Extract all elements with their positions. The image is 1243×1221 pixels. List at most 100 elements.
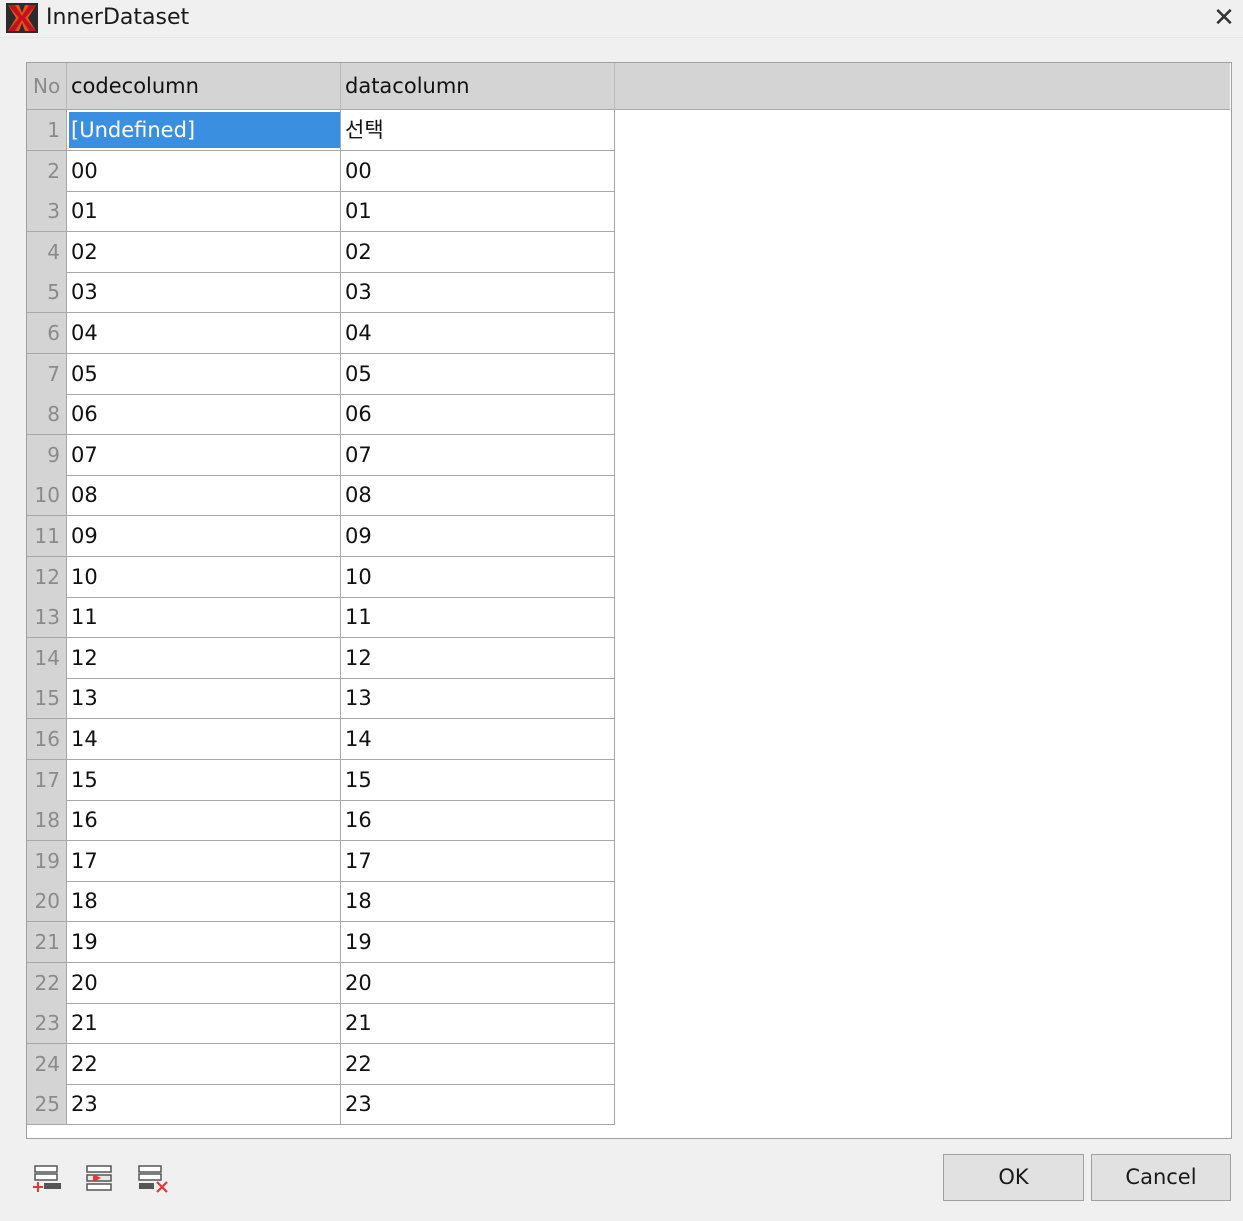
- datacolumn-cell[interactable]: 06: [341, 394, 615, 436]
- codecolumn-cell[interactable]: 17: [67, 840, 341, 882]
- table-row[interactable]: 1 [Undefined] 선택: [27, 110, 615, 151]
- datacolumn-cell[interactable]: 01: [341, 191, 615, 233]
- row-number[interactable]: 24: [27, 1043, 67, 1085]
- datacolumn-cell[interactable]: 21: [341, 1003, 615, 1045]
- row-number[interactable]: 9: [27, 434, 67, 476]
- table-row[interactable]: 15 13 13: [27, 678, 615, 720]
- datacolumn-cell[interactable]: 00: [341, 150, 615, 192]
- datacolumn-cell[interactable]: 선택: [341, 110, 615, 151]
- row-number[interactable]: 8: [27, 394, 67, 436]
- ok-button[interactable]: OK: [943, 1154, 1084, 1201]
- row-number[interactable]: 1: [27, 110, 67, 151]
- datacolumn-cell[interactable]: 14: [341, 719, 615, 760]
- row-number[interactable]: 5: [27, 272, 67, 314]
- datacolumn-cell[interactable]: 19: [341, 922, 615, 963]
- header-no[interactable]: No: [27, 63, 67, 110]
- datacolumn-cell[interactable]: 20: [341, 962, 615, 1004]
- table-row[interactable]: 23 21 21: [27, 1003, 615, 1045]
- row-number[interactable]: 22: [27, 962, 67, 1004]
- row-number[interactable]: 2: [27, 150, 67, 192]
- row-number[interactable]: 12: [27, 556, 67, 598]
- table-row[interactable]: 7 05 05: [27, 353, 615, 395]
- codecolumn-cell[interactable]: 02: [67, 231, 341, 273]
- table-row[interactable]: 8 06 06: [27, 394, 615, 436]
- datacolumn-cell[interactable]: 08: [341, 475, 615, 517]
- datacolumn-cell[interactable]: 03: [341, 272, 615, 314]
- table-row[interactable]: 18 16 16: [27, 800, 615, 842]
- row-number[interactable]: 17: [27, 759, 67, 801]
- datacolumn-cell[interactable]: 17: [341, 840, 615, 882]
- datacolumn-cell[interactable]: 16: [341, 800, 615, 842]
- row-number[interactable]: 18: [27, 800, 67, 842]
- table-row[interactable]: 9 07 07: [27, 434, 615, 476]
- table-row[interactable]: 19 17 17: [27, 840, 615, 882]
- datacolumn-cell[interactable]: 13: [341, 678, 615, 720]
- table-row[interactable]: 12 10 10: [27, 556, 615, 598]
- row-number[interactable]: 3: [27, 191, 67, 233]
- codecolumn-cell[interactable]: 18: [67, 881, 341, 923]
- codecolumn-cell[interactable]: 10: [67, 556, 341, 598]
- datacolumn-cell[interactable]: 11: [341, 597, 615, 639]
- row-number[interactable]: 20: [27, 881, 67, 923]
- codecolumn-cell[interactable]: 01: [67, 191, 341, 233]
- codecolumn-cell[interactable]: 09: [67, 516, 341, 557]
- close-icon[interactable]: ✕: [1209, 3, 1239, 33]
- datacolumn-cell[interactable]: 10: [341, 556, 615, 598]
- codecolumn-cell[interactable]: 11: [67, 597, 341, 639]
- codecolumn-cell[interactable]: 13: [67, 678, 341, 720]
- table-row[interactable]: 14 12 12: [27, 637, 615, 679]
- add-row-icon[interactable]: [32, 1162, 64, 1194]
- row-number[interactable]: 6: [27, 313, 67, 354]
- table-row[interactable]: 10 08 08: [27, 475, 615, 517]
- codecolumn-cell[interactable]: 14: [67, 719, 341, 760]
- header-codecolumn[interactable]: codecolumn: [67, 63, 341, 110]
- codecolumn-cell[interactable]: 03: [67, 272, 341, 314]
- datacolumn-cell[interactable]: 22: [341, 1043, 615, 1085]
- codecolumn-cell[interactable]: 23: [67, 1084, 341, 1126]
- table-row[interactable]: 20 18 18: [27, 881, 615, 923]
- table-row[interactable]: 25 23 23: [27, 1084, 615, 1126]
- codecolumn-cell[interactable]: 12: [67, 637, 341, 679]
- datacolumn-cell[interactable]: 02: [341, 231, 615, 273]
- row-number[interactable]: 10: [27, 475, 67, 517]
- datacolumn-cell[interactable]: 05: [341, 353, 615, 395]
- row-number[interactable]: 14: [27, 637, 67, 679]
- table-row[interactable]: 6 04 04: [27, 313, 615, 354]
- header-datacolumn[interactable]: datacolumn: [341, 63, 615, 110]
- codecolumn-cell[interactable]: 07: [67, 434, 341, 476]
- row-number[interactable]: 16: [27, 719, 67, 760]
- row-number[interactable]: 25: [27, 1084, 67, 1126]
- datacolumn-cell[interactable]: 04: [341, 313, 615, 354]
- cancel-button[interactable]: Cancel: [1091, 1154, 1231, 1201]
- codecolumn-cell[interactable]: 05: [67, 353, 341, 395]
- datacolumn-cell[interactable]: 07: [341, 434, 615, 476]
- row-number[interactable]: 15: [27, 678, 67, 720]
- row-number[interactable]: 7: [27, 353, 67, 395]
- datacolumn-cell[interactable]: 23: [341, 1084, 615, 1126]
- table-row[interactable]: 4 02 02: [27, 231, 615, 273]
- codecolumn-cell[interactable]: 16: [67, 800, 341, 842]
- table-row[interactable]: 3 01 01: [27, 191, 615, 233]
- datacolumn-cell[interactable]: 18: [341, 881, 615, 923]
- table-row[interactable]: 11 09 09: [27, 516, 615, 557]
- table-row[interactable]: 5 03 03: [27, 272, 615, 314]
- codecolumn-cell[interactable]: 08: [67, 475, 341, 517]
- row-number[interactable]: 19: [27, 840, 67, 882]
- datacolumn-cell[interactable]: 09: [341, 516, 615, 557]
- table-row[interactable]: 13 11 11: [27, 597, 615, 639]
- dataset-grid[interactable]: No codecolumn datacolumn 1 [Undefined] 선택 2…: [26, 62, 1232, 1139]
- codecolumn-cell[interactable]: 00: [67, 150, 341, 192]
- codecolumn-cell[interactable]: 04: [67, 313, 341, 354]
- codecolumn-cell[interactable]: 06: [67, 394, 341, 436]
- codecolumn-cell[interactable]: 21: [67, 1003, 341, 1045]
- row-number[interactable]: 23: [27, 1003, 67, 1045]
- table-row[interactable]: 24 22 22: [27, 1043, 615, 1085]
- table-row[interactable]: 17 15 15: [27, 759, 615, 801]
- delete-row-icon[interactable]: [138, 1162, 170, 1194]
- insert-row-icon[interactable]: [84, 1162, 116, 1194]
- codecolumn-cell[interactable]: 22: [67, 1043, 341, 1085]
- row-number[interactable]: 13: [27, 597, 67, 639]
- row-number[interactable]: 21: [27, 922, 67, 963]
- codecolumn-cell[interactable]: 19: [67, 922, 341, 963]
- table-row[interactable]: 2 00 00: [27, 150, 615, 192]
